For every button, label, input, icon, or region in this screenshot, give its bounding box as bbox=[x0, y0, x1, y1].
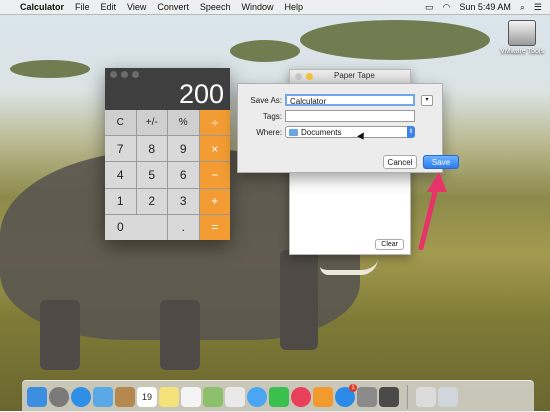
calendar-icon[interactable]: 19 bbox=[137, 386, 157, 407]
key-sign[interactable]: +/- bbox=[136, 110, 167, 136]
tags-field[interactable] bbox=[285, 110, 415, 122]
contacts-icon[interactable] bbox=[115, 386, 135, 407]
where-popup[interactable]: Documents ⇕ bbox=[285, 126, 415, 138]
tree-decoration bbox=[300, 20, 490, 60]
save-button[interactable]: Save bbox=[423, 155, 459, 169]
key-add[interactable]: + bbox=[199, 188, 230, 214]
tags-label: Tags: bbox=[262, 111, 282, 121]
expand-dialog-button[interactable]: ▾ bbox=[421, 94, 433, 106]
notes-icon[interactable] bbox=[159, 386, 179, 407]
menu-help[interactable]: Help bbox=[284, 2, 303, 12]
save-dialog: Save As: Calculator ▾ Tags: Where: Docum… bbox=[237, 83, 459, 173]
app-store-badge: 1 bbox=[349, 383, 357, 392]
save-as-row: Save As: Calculator ▾ bbox=[238, 94, 433, 106]
save-as-label: Save As: bbox=[250, 95, 282, 105]
key-8[interactable]: 8 bbox=[136, 136, 167, 162]
key-7[interactable]: 7 bbox=[105, 136, 136, 162]
clock[interactable]: Sun 5:49 AM bbox=[459, 2, 511, 12]
dock: 19 1 bbox=[22, 380, 534, 412]
calculator-titlebar[interactable] bbox=[105, 68, 230, 81]
dock-divider bbox=[407, 384, 408, 409]
elephant-leg bbox=[40, 300, 80, 370]
mail-icon[interactable] bbox=[93, 386, 113, 407]
documents-icon[interactable] bbox=[416, 386, 436, 407]
notification-center-icon[interactable]: ☰ bbox=[534, 2, 542, 13]
menu-view[interactable]: View bbox=[127, 2, 146, 12]
key-2[interactable]: 2 bbox=[136, 188, 167, 214]
clear-button[interactable]: Clear bbox=[375, 239, 404, 250]
spotlight-search-icon[interactable]: ⌕ bbox=[520, 2, 525, 13]
app-store-icon[interactable]: 1 bbox=[335, 383, 357, 407]
vmware-tools-label: VMware Tools bbox=[500, 48, 544, 55]
paper-tape-title: Paper Tape bbox=[334, 71, 375, 80]
facetime-icon[interactable] bbox=[269, 386, 289, 407]
vmware-tools-desktop-item[interactable]: VMware Tools bbox=[497, 20, 547, 55]
key-percent[interactable]: % bbox=[168, 110, 199, 136]
key-clear[interactable]: C bbox=[105, 110, 136, 136]
menu-speech[interactable]: Speech bbox=[200, 2, 231, 12]
annotation-arrow-icon bbox=[418, 172, 447, 250]
calculator-display: 200 bbox=[178, 79, 224, 109]
elephant-leg bbox=[280, 250, 318, 350]
key-6[interactable]: 6 bbox=[168, 162, 199, 188]
ibooks-icon[interactable] bbox=[313, 386, 333, 407]
key-4[interactable]: 4 bbox=[105, 162, 136, 188]
messages-icon[interactable] bbox=[247, 386, 267, 407]
where-value: Documents bbox=[301, 127, 342, 137]
key-equals[interactable]: = bbox=[199, 214, 230, 240]
desktop-background bbox=[0, 0, 550, 411]
menu-file[interactable]: File bbox=[75, 2, 90, 12]
key-0[interactable]: 0 bbox=[105, 214, 167, 240]
reminders-icon[interactable] bbox=[181, 386, 201, 407]
minimize-button[interactable] bbox=[306, 73, 313, 80]
close-button[interactable] bbox=[110, 71, 117, 78]
close-button[interactable] bbox=[295, 73, 302, 80]
menu-app-name[interactable]: Calculator bbox=[20, 2, 64, 12]
wifi-icon[interactable]: ◠ bbox=[442, 2, 450, 13]
launchpad-icon[interactable] bbox=[49, 386, 69, 407]
tree-decoration bbox=[10, 60, 90, 78]
display-mirroring-icon[interactable]: ▭ bbox=[425, 2, 434, 13]
chevron-updown-icon: ⇕ bbox=[407, 126, 415, 138]
calculator-keypad: C +/- % ÷ 7 8 9 × 4 5 6 − 1 2 3 + 0 . = bbox=[105, 110, 230, 240]
key-multiply[interactable]: × bbox=[199, 136, 230, 162]
key-divide[interactable]: ÷ bbox=[199, 110, 230, 136]
save-as-field[interactable]: Calculator bbox=[285, 94, 415, 106]
maps-icon[interactable] bbox=[203, 386, 223, 407]
zoom-button[interactable] bbox=[132, 71, 139, 78]
cancel-button[interactable]: Cancel bbox=[383, 155, 417, 169]
system-preferences-icon[interactable] bbox=[357, 386, 377, 407]
menu-window[interactable]: Window bbox=[241, 2, 273, 12]
key-9[interactable]: 9 bbox=[168, 136, 199, 162]
trash-icon[interactable] bbox=[438, 386, 458, 407]
key-decimal[interactable]: . bbox=[168, 214, 199, 240]
itunes-icon[interactable] bbox=[291, 386, 311, 407]
calculator-icon[interactable] bbox=[379, 386, 399, 407]
safari-icon[interactable] bbox=[71, 386, 91, 407]
where-label: Where: bbox=[256, 127, 282, 137]
finder-icon[interactable] bbox=[27, 386, 47, 407]
calculator-window: 200 C +/- % ÷ 7 8 9 × 4 5 6 − 1 2 3 + 0 … bbox=[105, 68, 230, 240]
where-row: Where: Documents ⇕ bbox=[238, 126, 415, 138]
photos-icon[interactable] bbox=[225, 386, 245, 407]
tags-row: Tags: bbox=[238, 110, 415, 122]
key-subtract[interactable]: − bbox=[199, 162, 230, 188]
elephant-leg bbox=[160, 300, 200, 370]
calendar-day: 19 bbox=[141, 391, 152, 402]
menu-edit[interactable]: Edit bbox=[101, 2, 117, 12]
key-3[interactable]: 3 bbox=[168, 188, 199, 214]
paper-tape-titlebar[interactable]: Paper Tape bbox=[290, 70, 410, 84]
key-5[interactable]: 5 bbox=[136, 162, 167, 188]
menu-convert[interactable]: Convert bbox=[157, 2, 189, 12]
key-1[interactable]: 1 bbox=[105, 188, 136, 214]
menu-extras: ▭ ◠ Sun 5:49 AM ⌕ ☰ bbox=[425, 0, 542, 14]
minimize-button[interactable] bbox=[121, 71, 128, 78]
folder-icon bbox=[289, 128, 298, 136]
tree-decoration bbox=[230, 40, 300, 62]
menu-bar: Calculator File Edit View Convert Speech… bbox=[0, 0, 550, 15]
elephant-tusk bbox=[320, 258, 378, 275]
disk-icon bbox=[508, 20, 536, 46]
